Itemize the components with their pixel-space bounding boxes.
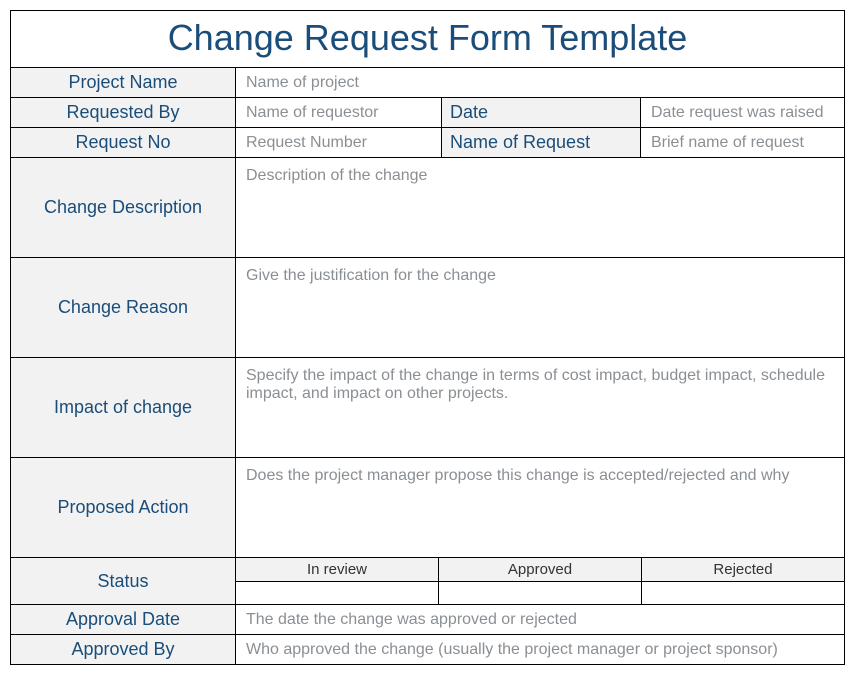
cell-approval-date	[236, 605, 844, 634]
row-approval-date: Approval Date	[11, 605, 844, 635]
cell-project-name	[236, 68, 844, 97]
row-project-name: Project Name	[11, 68, 844, 98]
status-header-approved: Approved	[439, 558, 642, 581]
input-change-description[interactable]	[244, 163, 836, 253]
cell-status-approved	[439, 582, 642, 604]
input-approval-date[interactable]	[244, 610, 836, 630]
label-status: Status	[11, 558, 236, 604]
row-change-description: Change Description	[11, 158, 844, 258]
form-title: Change Request Form Template	[11, 11, 844, 68]
status-inputs	[236, 582, 844, 604]
row-impact-of-change: Impact of change	[11, 358, 844, 458]
input-impact-of-change[interactable]	[244, 363, 836, 453]
input-date[interactable]	[649, 103, 836, 123]
label-approval-date: Approval Date	[11, 605, 236, 634]
cell-approved-by	[236, 635, 844, 664]
row-approved-by: Approved By	[11, 635, 844, 664]
label-proposed-action: Proposed Action	[11, 458, 236, 557]
input-requested-by[interactable]	[244, 103, 433, 123]
input-request-no[interactable]	[244, 133, 433, 153]
input-status-approved[interactable]	[439, 582, 641, 604]
input-approved-by[interactable]	[244, 640, 836, 660]
cell-proposed-action	[236, 458, 844, 557]
cell-change-description	[236, 158, 844, 257]
label-request-no: Request No	[11, 128, 236, 157]
input-change-reason[interactable]	[244, 263, 836, 353]
label-approved-by: Approved By	[11, 635, 236, 664]
status-header-in-review: In review	[236, 558, 439, 581]
row-request-no: Request No Name of Request	[11, 128, 844, 158]
cell-impact-of-change	[236, 358, 844, 457]
row-change-reason: Change Reason	[11, 258, 844, 358]
cell-status-in-review	[236, 582, 439, 604]
label-change-description: Change Description	[11, 158, 236, 257]
label-requested-by: Requested By	[11, 98, 236, 127]
status-columns: In review Approved Rejected	[236, 558, 844, 604]
cell-request-no	[236, 128, 441, 157]
change-request-form: Change Request Form Template Project Nam…	[10, 10, 845, 665]
label-impact-of-change: Impact of change	[11, 358, 236, 457]
row-proposed-action: Proposed Action	[11, 458, 844, 558]
input-proposed-action[interactable]	[244, 463, 836, 553]
status-header-rejected: Rejected	[642, 558, 844, 581]
cell-requested-by	[236, 98, 441, 127]
input-status-rejected[interactable]	[642, 582, 844, 604]
input-name-of-request[interactable]	[649, 133, 836, 153]
row-requested-by: Requested By Date	[11, 98, 844, 128]
label-date: Date	[441, 98, 641, 127]
input-status-in-review[interactable]	[236, 582, 438, 604]
status-headers: In review Approved Rejected	[236, 558, 844, 582]
row-status: Status In review Approved Rejected	[11, 558, 844, 605]
cell-date	[641, 98, 844, 127]
label-change-reason: Change Reason	[11, 258, 236, 357]
cell-status-rejected	[642, 582, 844, 604]
label-project-name: Project Name	[11, 68, 236, 97]
label-name-of-request: Name of Request	[441, 128, 641, 157]
cell-change-reason	[236, 258, 844, 357]
cell-name-of-request	[641, 128, 844, 157]
input-project-name[interactable]	[244, 73, 836, 93]
